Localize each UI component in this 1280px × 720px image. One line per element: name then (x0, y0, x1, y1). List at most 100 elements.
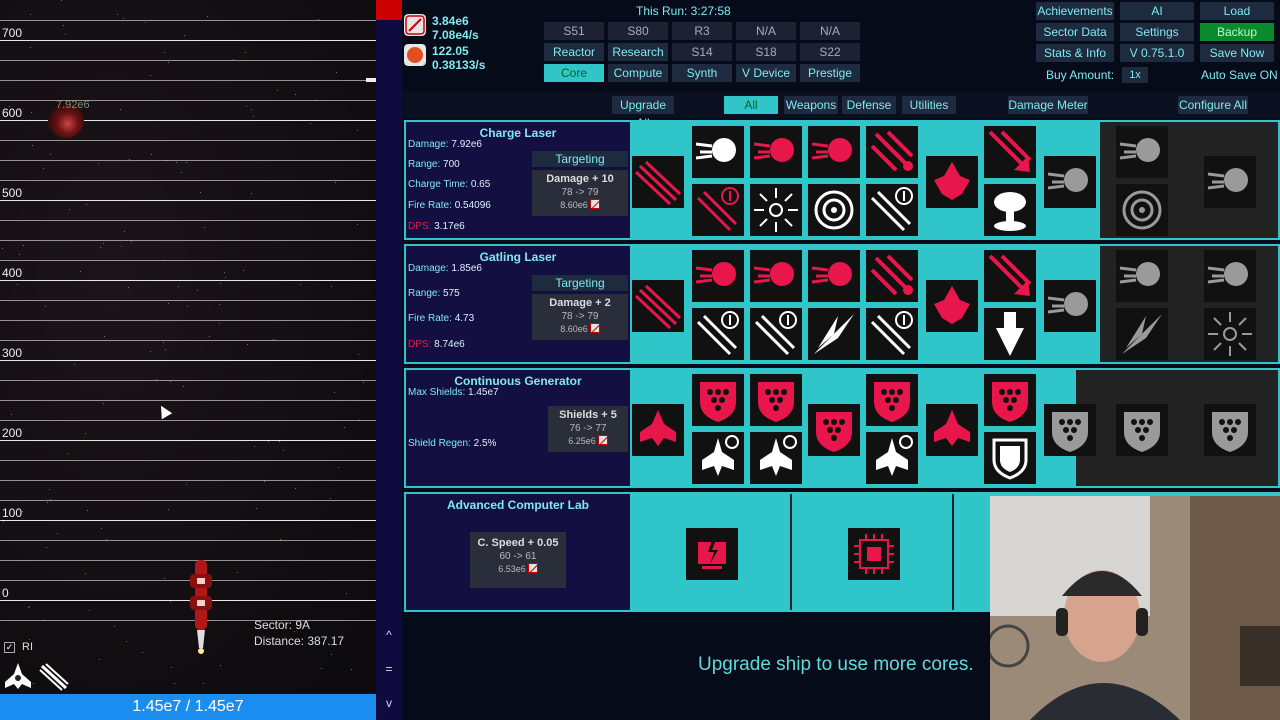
honeycomb-shield-icon[interactable] (1044, 404, 1096, 456)
filter-weapons-tab[interactable]: Weapons (784, 96, 838, 114)
ai-button[interactable]: AI (1120, 2, 1194, 20)
laser-upgrade-icon[interactable] (866, 184, 918, 236)
achievements-button[interactable]: Achievements (1036, 2, 1114, 20)
red-diagonal-icon[interactable] (984, 126, 1036, 178)
backup-button[interactable]: Backup (1200, 23, 1274, 41)
red-diagonal-icon[interactable] (984, 250, 1036, 302)
laser-upgrade-icon[interactable] (692, 184, 744, 236)
configure-all-button[interactable]: Configure All (1178, 96, 1248, 114)
ship-ability-icon[interactable] (2, 660, 34, 692)
cspeed-upgrade-button[interactable]: C. Speed + 0.05 60 -> 61 6.53e6 (470, 532, 566, 588)
plasma-orb-icon[interactable] (808, 126, 860, 178)
damage-upgrade-button[interactable]: Damage + 10 78 -> 79 8.60e6 (532, 170, 628, 216)
plasma-orb-icon[interactable] (1204, 250, 1256, 302)
game-viewport[interactable]: 700 600 500 400 300 200 100 0 7.92e6 Sec… (0, 0, 376, 694)
range-gridline (0, 320, 376, 321)
star (200, 192, 201, 193)
settings-button[interactable]: Settings (1120, 23, 1194, 41)
honeycomb-shield-icon[interactable] (750, 374, 802, 426)
triple-streak-icon[interactable] (866, 126, 918, 178)
plasma-orb-icon[interactable] (808, 250, 860, 302)
plasma-orb-icon[interactable] (692, 126, 744, 178)
ri-checkbox[interactable]: ✓ (4, 642, 15, 653)
white-ship-icon[interactable] (866, 432, 918, 484)
star (295, 488, 296, 489)
upgrade-all-button[interactable]: Upgrade All (612, 96, 674, 130)
crosshair-icon[interactable] (808, 184, 860, 236)
red-cluster-icon[interactable] (926, 156, 978, 208)
core-tab-v-device[interactable]: V Device (736, 64, 796, 82)
stat-max-shields: Max Shields: 1.45e7 (408, 387, 499, 398)
crosshair-icon[interactable] (1116, 184, 1168, 236)
damage-upgrade-button[interactable]: Damage + 2 78 -> 79 8.60e6 (532, 294, 628, 340)
core-tab-compute[interactable]: Compute (608, 64, 668, 82)
red-ship-icon[interactable] (632, 404, 684, 456)
down-arrow-ship-icon[interactable] (984, 308, 1036, 360)
red-cluster-icon[interactable] (926, 280, 978, 332)
burst-icon[interactable] (750, 184, 802, 236)
buy-amount-button[interactable]: 1x (1122, 67, 1148, 83)
honeycomb-shield-icon[interactable] (984, 374, 1036, 426)
white-ship-icon[interactable] (692, 432, 744, 484)
nuke-icon[interactable] (984, 184, 1036, 236)
range-gridline (0, 260, 376, 261)
core-tab-s22: S22 (800, 43, 860, 61)
scroll-down-button[interactable]: v (376, 688, 402, 718)
white-ship-icon[interactable] (750, 432, 802, 484)
y-label-300: 300 (2, 346, 23, 360)
gatling-barrels-icon[interactable] (632, 156, 684, 208)
damage-meter-button[interactable]: Damage Meter (1008, 96, 1088, 114)
core-tab-synth[interactable]: Synth (672, 64, 732, 82)
filter-utilities-tab[interactable]: Utilities (902, 96, 956, 114)
red-ship-icon[interactable] (926, 404, 978, 456)
range-gridline (0, 20, 376, 21)
core-tab-prestige[interactable]: Prestige (800, 64, 860, 82)
honeycomb-shield-icon[interactable] (692, 374, 744, 426)
triple-streak-icon[interactable] (866, 250, 918, 302)
honeycomb-shield-icon[interactable] (1116, 404, 1168, 456)
reactor-core-icon[interactable] (686, 528, 738, 580)
load-button[interactable]: Load (1200, 2, 1274, 20)
targeting-button[interactable]: Targeting (532, 151, 628, 167)
spikes-icon[interactable] (808, 308, 860, 360)
version-button[interactable]: V 0.75.1.0 (1120, 44, 1194, 62)
plasma-orb-icon[interactable] (1116, 250, 1168, 302)
gatling-barrels-icon[interactable] (632, 280, 684, 332)
core-tab-research[interactable]: Research (608, 43, 668, 61)
plasma-orb-icon[interactable] (1044, 280, 1096, 332)
shield-crest-icon[interactable] (984, 432, 1036, 484)
scroll-center-button[interactable]: = (376, 654, 402, 684)
plasma-orb-icon[interactable] (1204, 156, 1256, 208)
shields-upgrade-button[interactable]: Shields + 5 76 -> 77 6.25e6 (548, 406, 628, 452)
star (29, 606, 30, 607)
laser-upgrade-icon[interactable] (692, 308, 744, 360)
plasma-orb-icon[interactable] (1044, 156, 1096, 208)
filter-defense-tab[interactable]: Defense (842, 96, 896, 114)
laser-upgrade-icon[interactable] (750, 308, 802, 360)
scroll-thumb[interactable] (376, 0, 402, 20)
cpu-chip-icon[interactable] (848, 528, 900, 580)
core-tab-core[interactable]: Core (544, 64, 604, 82)
range-gridline (0, 80, 376, 81)
scroll-up-button[interactable]: ^ (376, 620, 402, 650)
burst-icon[interactable] (1204, 308, 1256, 360)
targeting-button[interactable]: Targeting (532, 275, 628, 291)
save-now-button[interactable]: Save Now (1200, 44, 1274, 62)
honeycomb-shield-icon[interactable] (808, 404, 860, 456)
spikes-icon[interactable] (1116, 308, 1168, 360)
honeycomb-shield-icon[interactable] (1204, 404, 1256, 456)
star (331, 286, 332, 287)
plasma-orb-icon[interactable] (692, 250, 744, 302)
plasma-orb-icon[interactable] (750, 250, 802, 302)
core-tab-reactor[interactable]: Reactor (544, 43, 604, 61)
laser-upgrade-icon[interactable] (866, 308, 918, 360)
honeycomb-shield-icon[interactable] (866, 374, 918, 426)
star (251, 193, 252, 194)
plasma-orb-icon[interactable] (1116, 126, 1168, 178)
scroll-strip[interactable] (376, 0, 402, 720)
filter-all-tab[interactable]: All (724, 96, 778, 114)
stats-info-button[interactable]: Stats & Info (1036, 44, 1114, 62)
plasma-orb-icon[interactable] (750, 126, 802, 178)
sector-data-button[interactable]: Sector Data (1036, 23, 1114, 41)
gatling-ability-icon[interactable] (38, 660, 70, 692)
